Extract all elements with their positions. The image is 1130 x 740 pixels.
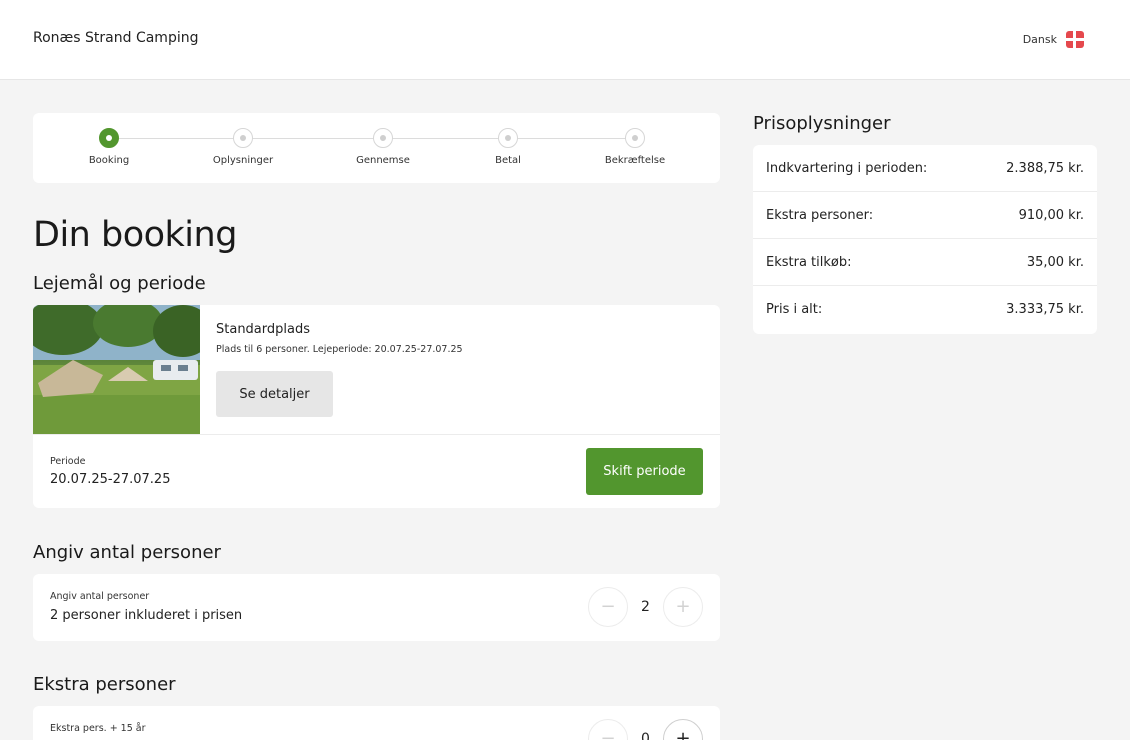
- price-label: Ekstra tilkøb:: [766, 254, 852, 270]
- step-indicator-icon: [99, 128, 119, 148]
- price-row-total: Pris i alt: 3.333,75 kr.: [753, 286, 1097, 333]
- rental-card: Standardplads Plads til 6 personer. Leje…: [33, 305, 720, 508]
- step-label: Betal: [495, 155, 521, 166]
- danish-flag-icon: [1066, 31, 1084, 48]
- rental-section-title: Lejemål og periode: [33, 273, 206, 294]
- step-indicator-icon: [498, 128, 518, 148]
- persons-count: 2: [641, 599, 650, 615]
- step-indicator-icon: [373, 128, 393, 148]
- step-indicator-icon: [625, 128, 645, 148]
- change-period-button[interactable]: Skift periode: [586, 448, 703, 495]
- step-label: Gennemse: [356, 155, 410, 166]
- price-label: Pris i alt:: [766, 302, 823, 317]
- step-label: Bekræftelse: [604, 155, 666, 166]
- persons-label: Angiv antal personer: [50, 591, 150, 602]
- period-value: 20.07.25-27.07.25: [50, 472, 171, 487]
- price-row-accommodation: Indkvartering i perioden: 2.388,75 kr.: [753, 145, 1097, 192]
- price-value: 910,00 kr.: [1018, 207, 1084, 223]
- language-selector[interactable]: Dansk: [1023, 31, 1084, 48]
- divider: [33, 434, 720, 435]
- rental-name: Standardplads: [216, 322, 310, 337]
- step-betal[interactable]: Betal: [453, 128, 563, 166]
- price-value: 35,00 kr.: [1026, 254, 1084, 270]
- extra-persons-plus-button[interactable]: +: [663, 719, 703, 740]
- campsite-photo: [33, 305, 200, 434]
- price-summary-card: Indkvartering i perioden: 2.388,75 kr. E…: [753, 145, 1097, 334]
- step-indicator-icon: [233, 128, 253, 148]
- step-label: Booking: [88, 155, 130, 166]
- persons-section-title: Angiv antal personer: [33, 542, 221, 563]
- persons-included-text: 2 personer inkluderet i prisen: [50, 608, 243, 623]
- step-booking[interactable]: Booking: [54, 128, 164, 166]
- step-label: Oplysninger: [212, 155, 274, 166]
- language-label: Dansk: [1022, 33, 1057, 46]
- persons-minus-button[interactable]: −: [588, 587, 628, 627]
- top-bar: Ronæs Strand Camping Dansk: [0, 0, 1130, 80]
- price-row-extras: Ekstra tilkøb: 35,00 kr.: [753, 239, 1097, 286]
- step-bekraeftelse[interactable]: Bekræftelse: [580, 128, 690, 166]
- extra-persons-minus-button[interactable]: −: [588, 719, 628, 740]
- extra-persons-counter-card: Ekstra pers. + 15 år − 0 +: [33, 706, 720, 740]
- see-details-button[interactable]: Se detaljer: [216, 371, 333, 417]
- price-label: Ekstra personer:: [766, 207, 874, 223]
- page-title: Din booking: [33, 215, 237, 255]
- step-gennemse[interactable]: Gennemse: [328, 128, 438, 166]
- price-section-title: Prisoplysninger: [753, 113, 891, 134]
- price-value: 3.333,75 kr.: [1006, 302, 1084, 317]
- price-label: Indkvartering i perioden:: [766, 160, 928, 176]
- persons-counter-card: Angiv antal personer 2 personer inkluder…: [33, 574, 720, 641]
- price-row-extra-persons: Ekstra personer: 910,00 kr.: [753, 192, 1097, 239]
- price-value: 2.388,75 kr.: [1006, 160, 1084, 176]
- persons-plus-button[interactable]: +: [663, 587, 703, 627]
- booking-stepper: Booking Oplysninger Gennemse Betal Bekræ…: [33, 113, 720, 183]
- extra-persons-count: 0: [641, 731, 650, 740]
- rental-description: Plads til 6 personer. Lejeperiode: 20.07…: [216, 344, 463, 355]
- period-label: Periode: [50, 456, 86, 467]
- extra-persons-label: Ekstra pers. + 15 år: [50, 723, 146, 734]
- step-oplysninger[interactable]: Oplysninger: [188, 128, 298, 166]
- site-brand[interactable]: Ronæs Strand Camping: [33, 30, 198, 46]
- extra-persons-section-title: Ekstra personer: [33, 674, 176, 695]
